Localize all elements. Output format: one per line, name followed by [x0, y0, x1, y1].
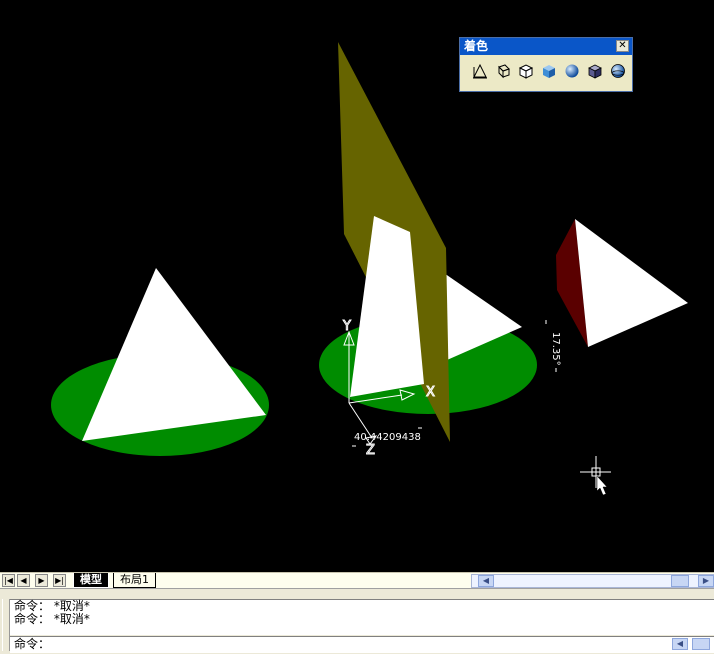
next-tab-icon[interactable]: ▶	[35, 574, 48, 587]
drawing-viewport[interactable]: Y X Z 40.44209438 17.35° 着色 ✕	[0, 0, 714, 572]
scroll-right-icon[interactable]: ▶	[698, 575, 714, 587]
gouraud-shaded-icon[interactable]	[561, 61, 582, 81]
2d-wireframe-icon[interactable]	[469, 61, 490, 81]
scroll-thumb[interactable]	[671, 575, 689, 587]
layout-tab-bar: |◀ ◀ ▶ ▶| 模型 布局1 ◀ ▶	[0, 572, 714, 588]
command-history-line: 命令： *取消*	[14, 612, 90, 626]
angle-readout: 17.35°	[550, 332, 561, 366]
hidden-icon[interactable]	[515, 61, 536, 81]
last-tab-icon[interactable]: ▶|	[53, 574, 66, 587]
command-scrollbar[interactable]: ◀	[672, 638, 714, 652]
ucs-y-label: Y	[342, 319, 351, 334]
ucs-x-label: X	[426, 385, 435, 400]
distance-readout: 40.44209438	[354, 432, 421, 443]
shade-toolbar-title-text: 着色	[464, 39, 489, 53]
flat-shaded-edges-on-icon[interactable]	[584, 61, 605, 81]
drawing-horizontal-scrollbar[interactable]: ◀ ▶	[471, 574, 714, 588]
command-window: 命令： *取消* 命令： *取消* 命令： ◀	[0, 588, 714, 654]
scroll-thumb[interactable]	[692, 638, 710, 650]
command-history: 命令： *取消* 命令： *取消*	[10, 599, 714, 635]
command-prompt: 命令：	[14, 637, 51, 651]
flat-shaded-icon[interactable]	[538, 61, 559, 81]
crosshair-cursor	[580, 456, 611, 488]
tab-layout1[interactable]: 布局1	[113, 573, 156, 588]
prev-tab-icon[interactable]: ◀	[17, 574, 30, 587]
command-window-grip[interactable]	[2, 599, 10, 651]
arrow-pointer-icon	[596, 475, 608, 496]
command-input[interactable]: 命令：	[10, 636, 714, 653]
ucs-z-label: Z	[366, 443, 375, 458]
scroll-left-icon[interactable]: ◀	[672, 638, 688, 650]
first-tab-icon[interactable]: |◀	[2, 574, 15, 587]
right-pyramid-light-face	[575, 219, 688, 347]
shade-toolbar[interactable]: 着色 ✕	[459, 37, 633, 92]
close-icon[interactable]: ✕	[616, 40, 629, 52]
left-cone-face	[82, 268, 266, 441]
command-history-line: 命令： *取消*	[14, 599, 90, 613]
3d-wireframe-icon[interactable]	[492, 61, 513, 81]
gouraud-shaded-edges-on-icon[interactable]	[607, 61, 628, 81]
shade-toolbar-buttons	[460, 55, 632, 81]
tab-model[interactable]: 模型	[73, 573, 109, 588]
scroll-left-icon[interactable]: ◀	[478, 575, 494, 587]
shade-toolbar-title[interactable]: 着色 ✕	[460, 38, 632, 55]
